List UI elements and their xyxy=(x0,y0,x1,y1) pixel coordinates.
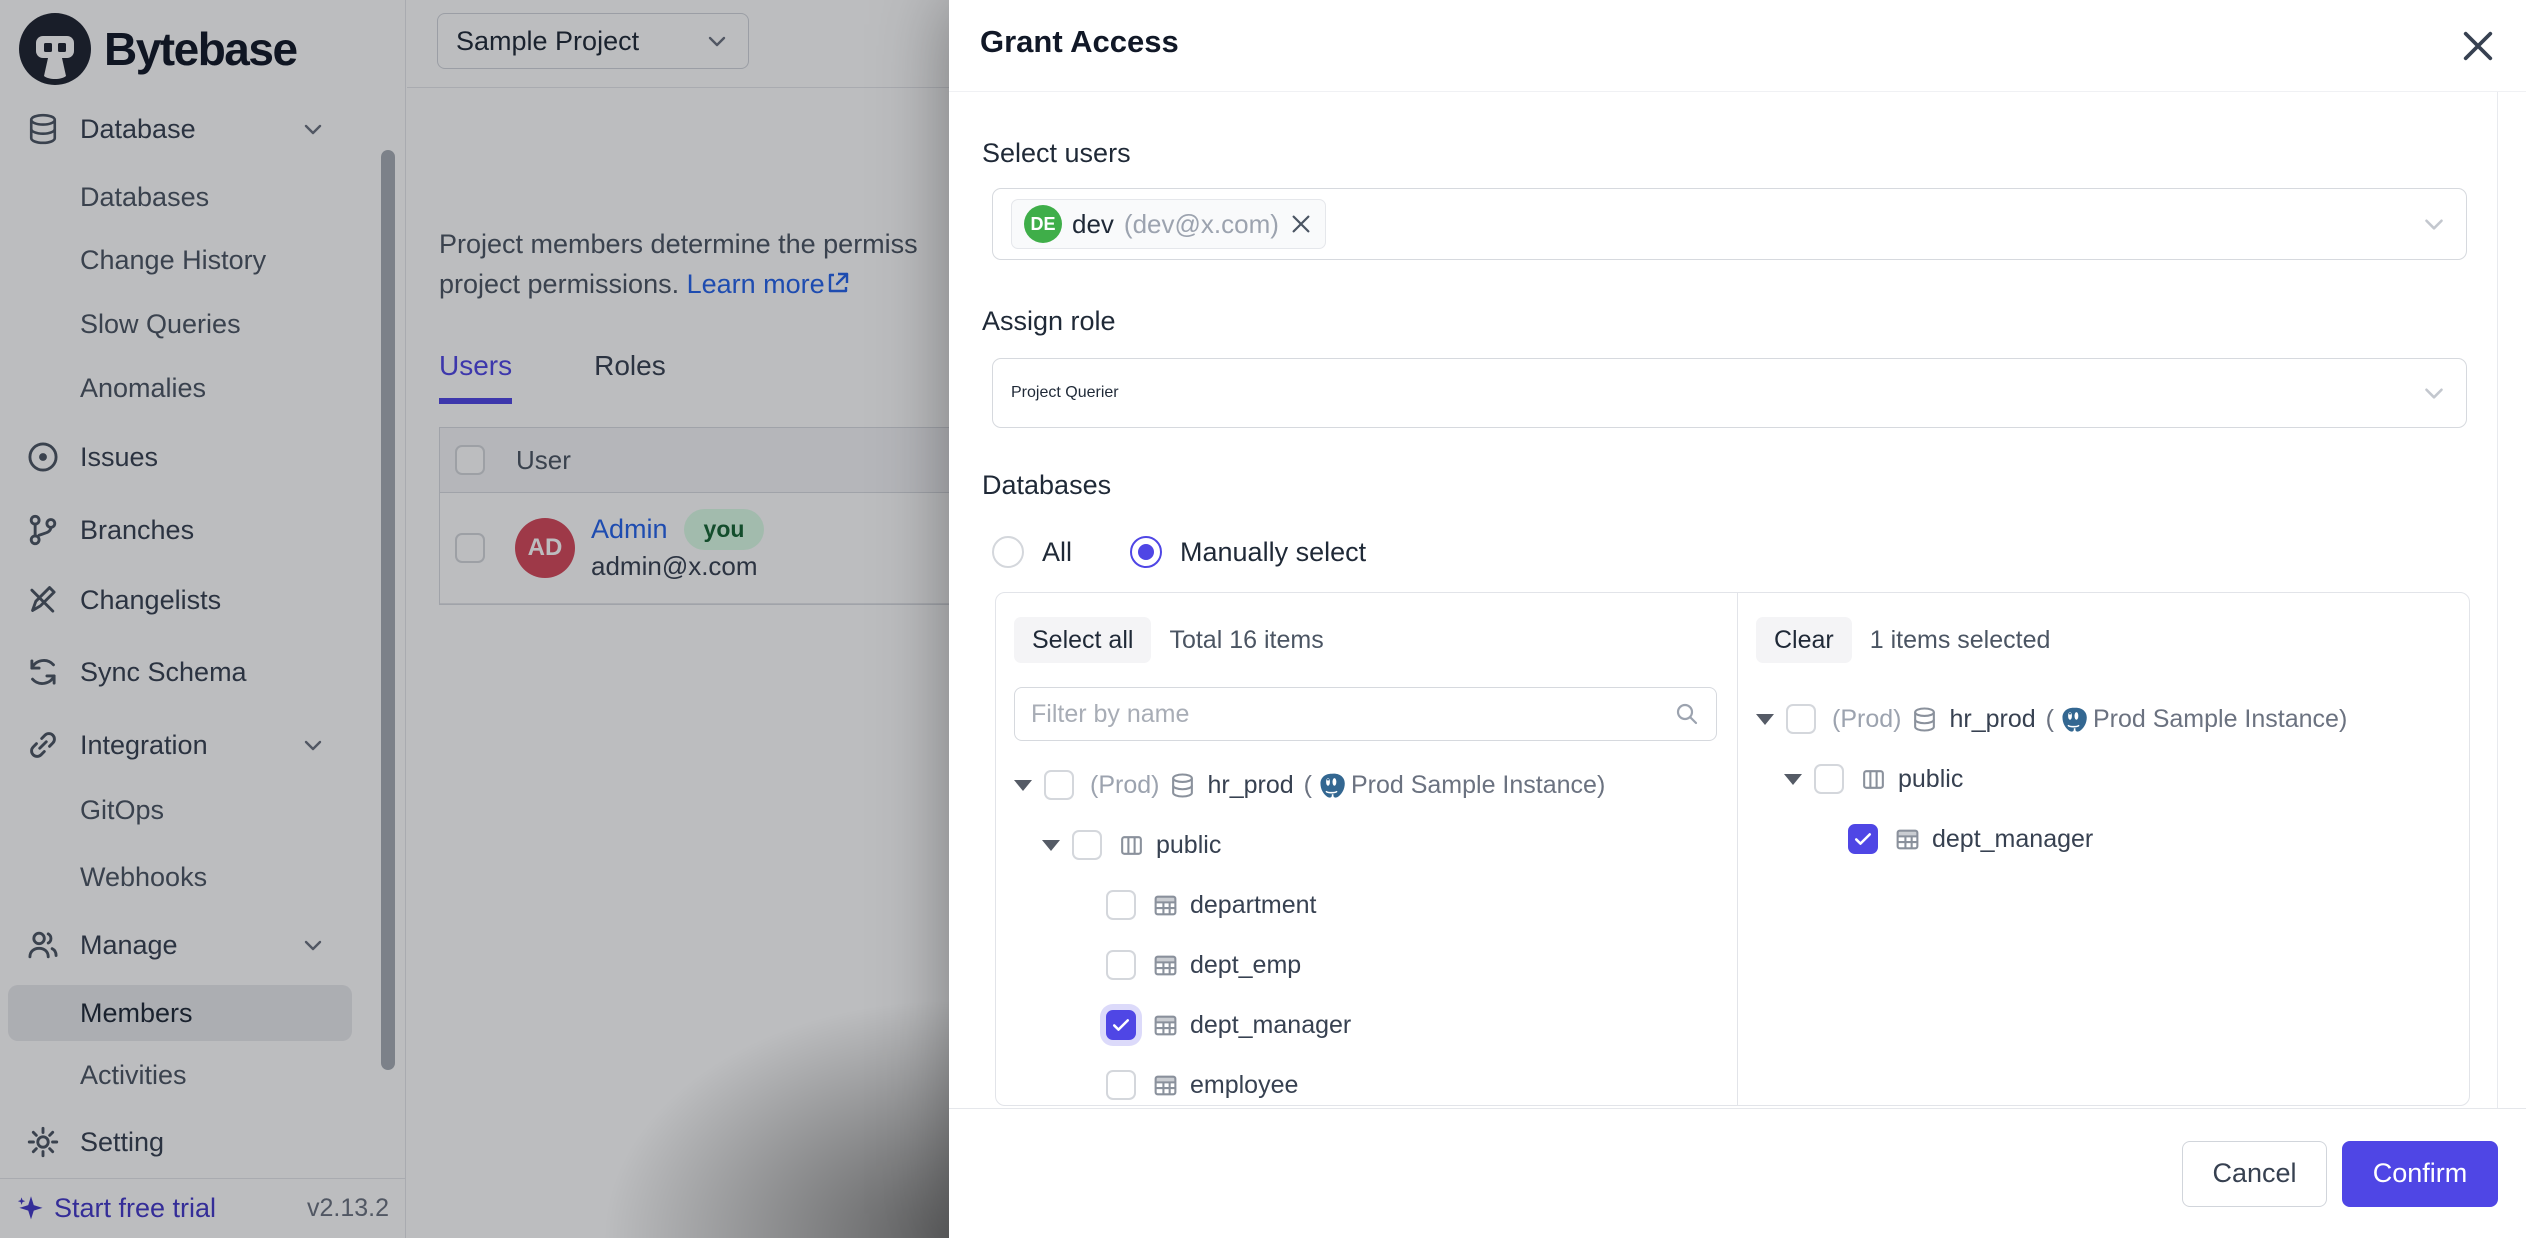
caret-down-icon[interactable] xyxy=(1042,840,1060,851)
tree-checkbox[interactable] xyxy=(1106,1070,1136,1100)
grant-access-modal: Grant Access Select users DE dev (dev@x.… xyxy=(949,0,2526,1238)
table-icon xyxy=(1152,1072,1179,1099)
total-count-label: Total 16 items xyxy=(1169,626,1323,655)
chevron-down-icon xyxy=(2420,379,2448,407)
tree-row-schema[interactable]: public xyxy=(1014,815,1717,875)
tree-checkbox-checked[interactable] xyxy=(1106,1010,1136,1040)
database-scope-radios: All Manually select xyxy=(992,536,1366,568)
modal-footer: Cancel Confirm xyxy=(949,1108,2526,1238)
backdrop-shadow xyxy=(349,798,949,1238)
database-picker: Select all Total 16 items (Prod) hr_prod… xyxy=(995,592,2470,1106)
table-icon xyxy=(1894,826,1921,853)
tree-row-table[interactable]: department xyxy=(1014,875,1717,935)
picker-selected-pane: Clear 1 items selected (Prod) hr_prod (P… xyxy=(1738,593,2469,1105)
radio-all[interactable]: All xyxy=(992,536,1072,568)
postgresql-icon xyxy=(2060,706,2087,733)
caret-down-icon[interactable] xyxy=(1014,780,1032,791)
tree-row-database[interactable]: (Prod) hr_prod (Prod Sample Instance) xyxy=(1014,755,1717,815)
modal-title: Grant Access xyxy=(980,24,1179,60)
tree-row-table[interactable]: dept_emp xyxy=(1014,935,1717,995)
modal-header: Grant Access xyxy=(949,0,2526,92)
selected-count-label: 1 items selected xyxy=(1870,626,2051,655)
database-icon xyxy=(1911,706,1938,733)
postgresql-icon xyxy=(1318,772,1345,799)
search-icon xyxy=(1674,701,1700,727)
modal-backdrop[interactable] xyxy=(0,0,949,1238)
chevron-down-icon xyxy=(2420,210,2448,238)
close-icon xyxy=(2458,26,2500,66)
tree-checkbox[interactable] xyxy=(1072,830,1102,860)
caret-down-icon[interactable] xyxy=(1756,714,1774,725)
source-tree: (Prod) hr_prod (Prod Sample Instance) pu… xyxy=(1014,755,1717,1108)
picker-source-pane: Select all Total 16 items (Prod) hr_prod… xyxy=(996,593,1738,1105)
assign-role-label: Assign role xyxy=(982,306,1116,337)
selected-tree: (Prod) hr_prod (Prod Sample Instance) pu… xyxy=(1756,689,2449,869)
schema-icon xyxy=(1118,832,1145,859)
tree-checkbox-checked[interactable] xyxy=(1848,824,1878,854)
databases-label: Databases xyxy=(982,470,1111,501)
avatar: DE xyxy=(1024,205,1062,243)
role-select[interactable]: Project Querier xyxy=(992,358,2467,428)
caret-down-icon[interactable] xyxy=(1784,774,1802,785)
table-icon xyxy=(1152,1012,1179,1039)
tree-checkbox[interactable] xyxy=(1044,770,1074,800)
select-all-button[interactable]: Select all xyxy=(1014,617,1151,663)
tree-checkbox[interactable] xyxy=(1786,704,1816,734)
database-icon xyxy=(1169,772,1196,799)
schema-icon xyxy=(1860,766,1887,793)
modal-scrollbar[interactable] xyxy=(2497,92,2526,1108)
radio-manually-select[interactable]: Manually select xyxy=(1130,536,1366,568)
modal-body: Select users DE dev (dev@x.com) Assign r… xyxy=(949,92,2526,1108)
select-users-input[interactable]: DE dev (dev@x.com) xyxy=(992,188,2467,260)
selected-user-chip: DE dev (dev@x.com) xyxy=(1011,199,1326,249)
tree-checkbox[interactable] xyxy=(1106,890,1136,920)
tree-row-table[interactable]: employee xyxy=(1014,1055,1717,1108)
radio-checked-icon xyxy=(1130,536,1162,568)
cancel-button[interactable]: Cancel xyxy=(2182,1141,2327,1207)
confirm-button[interactable]: Confirm xyxy=(2342,1141,2498,1207)
radio-icon xyxy=(992,536,1024,568)
table-icon xyxy=(1152,952,1179,979)
tree-row-database[interactable]: (Prod) hr_prod (Prod Sample Instance) xyxy=(1756,689,2449,749)
tree-row-schema[interactable]: public xyxy=(1756,749,2449,809)
select-users-label: Select users xyxy=(982,138,1131,169)
clear-button[interactable]: Clear xyxy=(1756,617,1852,663)
app-background: Bytebase Database Databases Change Histo… xyxy=(0,0,949,1238)
tree-row-table[interactable]: dept_manager xyxy=(1756,809,2449,869)
table-icon xyxy=(1152,892,1179,919)
close-button[interactable] xyxy=(2458,25,2500,67)
filter-input-wrap xyxy=(1014,687,1717,741)
tree-checkbox[interactable] xyxy=(1106,950,1136,980)
filter-input[interactable] xyxy=(1031,700,1674,729)
tree-row-table[interactable]: dept_manager xyxy=(1014,995,1717,1055)
remove-user-icon[interactable] xyxy=(1289,212,1313,236)
tree-checkbox[interactable] xyxy=(1814,764,1844,794)
